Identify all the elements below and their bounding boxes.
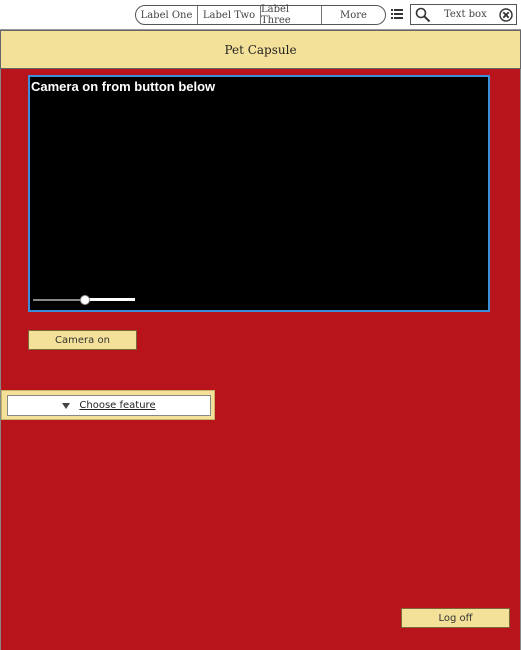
nav-item-label-one[interactable]: Label One [136,6,198,24]
close-icon[interactable] [499,8,513,22]
choose-feature-dropdown[interactable]: Choose feature [7,395,211,416]
video-volume-slider[interactable] [33,295,135,305]
top-nav-bar: Label One Label Two Label Three More Tex… [0,0,521,30]
video-caption: Camera on from button below [31,79,216,94]
slider-thumb[interactable] [80,295,90,305]
slider-track-filled [33,299,85,301]
nav-item-label-three[interactable]: Label Three [261,4,322,26]
slider-track [85,298,135,301]
chevron-down-icon [62,402,71,409]
search-placeholder: Text box [444,9,487,20]
camera-on-button[interactable]: Camera on [28,330,137,350]
page-title: Pet Capsule [224,42,297,57]
feature-dropdown-container: Choose feature [1,390,215,420]
log-off-button[interactable]: Log off [401,608,510,628]
list-icon[interactable] [391,8,403,20]
camera-video-player[interactable]: Camera on from button below [28,75,490,312]
app-header: Pet Capsule [0,30,521,69]
search-input[interactable]: Text box [410,4,517,25]
search-icon [415,7,431,23]
main-panel: Camera on from button below Camera on Ch… [0,69,521,650]
nav-segmented-control: Label One Label Two Label Three More [135,4,386,26]
feature-dropdown-label: Choose feature [79,400,156,411]
nav-item-more[interactable]: More [322,6,385,24]
nav-item-label-two[interactable]: Label Two [198,6,261,24]
